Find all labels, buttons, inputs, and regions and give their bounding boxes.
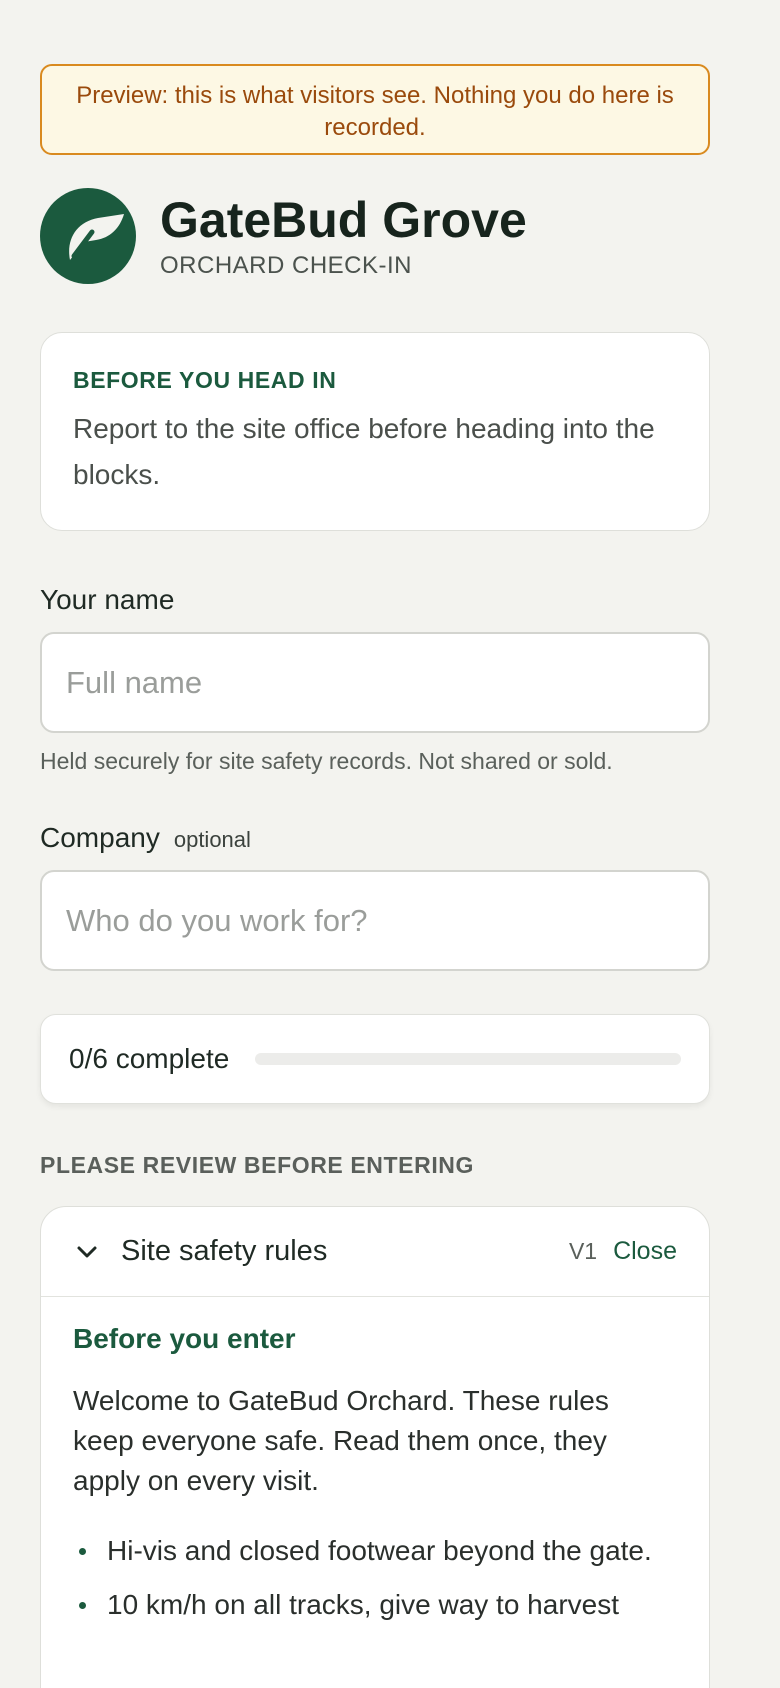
chevron-down-icon[interactable] xyxy=(73,1238,101,1266)
rules-intro: Welcome to GateBud Orchard. These rules … xyxy=(73,1385,609,1496)
optional-tag: optional xyxy=(173,827,251,852)
rules-title: Site safety rules xyxy=(121,1235,328,1267)
close-button[interactable]: Close xyxy=(613,1237,677,1266)
notice-body: Report to the site office before heading… xyxy=(73,413,655,490)
notice-card: BEFORE YOU HEAD IN Report to the site of… xyxy=(40,332,710,531)
rules-body: Before you enter Welcome to GateBud Orch… xyxy=(41,1297,709,1625)
company-label: Company xyxy=(40,822,160,853)
company-label-row: Company optional xyxy=(40,822,251,854)
progress-card: 0/6 complete xyxy=(40,1014,710,1104)
progress-bar xyxy=(255,1053,681,1065)
rules-subtitle: Before you enter xyxy=(73,1323,296,1354)
company-input[interactable] xyxy=(40,870,710,971)
name-label: Your name xyxy=(40,584,175,615)
rules-version: V1 xyxy=(568,1238,598,1264)
rule-item: Hi-vis and closed footwear beyond the ga… xyxy=(73,1531,677,1571)
checkin-page: Preview: this is what visitors see. Noth… xyxy=(0,0,780,1688)
brand-header: GateBud Grove ORCHARD CHECK-IN xyxy=(40,188,527,284)
safety-rules-card: Site safety rules V1 Close Before you en… xyxy=(40,1206,710,1688)
leaf-logo-icon xyxy=(40,188,136,284)
rules-header[interactable]: Site safety rules V1 Close xyxy=(41,1207,709,1297)
rules-list: Hi-vis and closed footwear beyond the ga… xyxy=(73,1531,677,1625)
notice-title: BEFORE YOU HEAD IN xyxy=(73,367,337,393)
progress-label: 0/6 complete xyxy=(69,1043,230,1074)
brand-title: GateBud Grove xyxy=(160,192,527,248)
name-hint: Held securely for site safety records. N… xyxy=(40,748,613,774)
preview-banner: Preview: this is what visitors see. Noth… xyxy=(40,64,710,155)
name-input[interactable] xyxy=(40,632,710,733)
review-heading: PLEASE REVIEW BEFORE ENTERING xyxy=(40,1152,475,1178)
brand-subtitle: ORCHARD CHECK-IN xyxy=(160,252,413,279)
rule-item: 10 km/h on all tracks, give way to harve… xyxy=(73,1585,677,1625)
